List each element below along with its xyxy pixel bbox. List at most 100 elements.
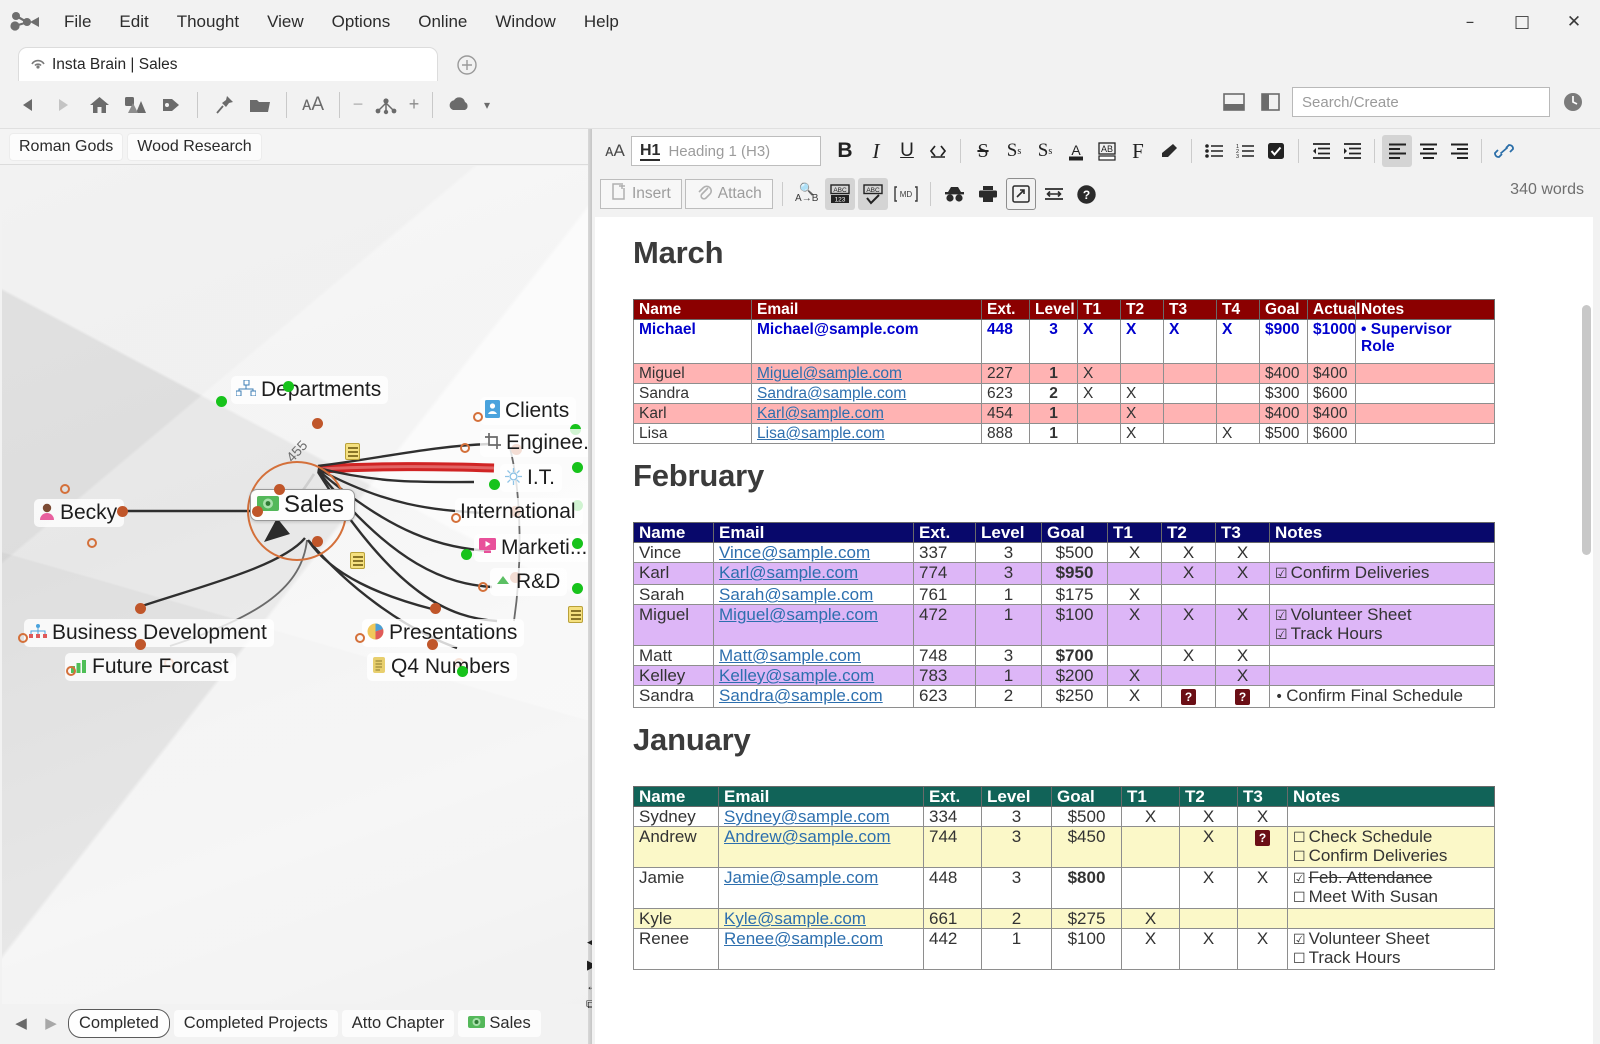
pin-icon[interactable] — [207, 87, 241, 123]
table-row[interactable]: Lisa Lisa@sample.com 888 1 X X $500 $600 — [634, 424, 1495, 444]
node-dot[interactable] — [135, 639, 146, 650]
font-size-icon[interactable]: ᴀA — [600, 135, 630, 167]
node-dot[interactable] — [18, 633, 28, 643]
cloud-caret-icon[interactable]: ▾ — [478, 87, 496, 123]
node-engineering[interactable]: Enginee... — [480, 429, 588, 457]
node-dot[interactable] — [572, 462, 583, 473]
note-item[interactable]: ☑Track Hours — [1275, 625, 1489, 644]
checkbox-list-button[interactable] — [1261, 135, 1291, 167]
brain-switch-icon[interactable] — [118, 87, 152, 123]
table-row[interactable]: Karl Karl@sample.com 454 1 X $400 $400 — [634, 404, 1495, 424]
link-button[interactable] — [1489, 135, 1519, 167]
minimize-button[interactable]: – — [1444, 0, 1496, 44]
node-dot[interactable] — [427, 639, 438, 650]
menu-help[interactable]: Help — [570, 6, 633, 38]
checkbox-checked-icon[interactable]: ☑ — [1275, 566, 1288, 582]
cell-email[interactable]: Michael@sample.com — [752, 320, 982, 364]
bottom-tab-completed[interactable]: Completed — [68, 1009, 170, 1038]
node-dot[interactable] — [87, 538, 97, 548]
node-dot[interactable] — [478, 582, 488, 592]
node-it[interactable]: I.T. — [500, 464, 562, 492]
note-badge-icon[interactable] — [350, 552, 365, 569]
cell-email[interactable]: Sydney@sample.com — [719, 807, 924, 827]
font-family-button[interactable]: F — [1123, 135, 1153, 167]
node-dot[interactable] — [489, 479, 500, 490]
menu-edit[interactable]: Edit — [105, 6, 162, 38]
strikethrough-button[interactable]: S — [968, 135, 998, 167]
highlight-button[interactable]: AB — [1092, 135, 1122, 167]
note-item[interactable]: ☑Confirm Deliveries — [1275, 564, 1489, 583]
table-row[interactable]: Sydney Sydney@sample.com 334 3 $500 X X … — [634, 807, 1495, 827]
node-departments[interactable]: Departments — [231, 376, 388, 404]
document-scrollbar[interactable] — [1580, 305, 1592, 1044]
tabs-next-button[interactable]: ▶ — [38, 1010, 64, 1036]
indent-button[interactable] — [1337, 135, 1367, 167]
close-button[interactable]: ✕ — [1548, 0, 1600, 44]
cell-email[interactable]: Sandra@sample.com — [714, 686, 914, 708]
cell-email[interactable]: Sandra@sample.com — [752, 384, 982, 404]
cell-email[interactable]: Miguel@sample.com — [752, 364, 982, 384]
node-rnd[interactable]: R&D — [490, 568, 567, 596]
cell-email[interactable]: Miguel@sample.com — [714, 605, 914, 646]
table-row[interactable]: Michael Michael@sample.com 448 3 X X X X… — [634, 320, 1495, 364]
cloud-icon[interactable] — [442, 87, 476, 123]
checkbox-checked-icon[interactable]: ☑ — [1293, 871, 1306, 888]
menu-online[interactable]: Online — [404, 6, 481, 38]
table-row[interactable]: Kelley Kelley@sample.com 783 1 $200 X X — [634, 666, 1495, 686]
spellcheck-numbers-icon[interactable]: ABC123 — [825, 178, 855, 210]
cell-email[interactable]: Matt@sample.com — [714, 646, 914, 666]
maximize-button[interactable]: □ — [1496, 0, 1548, 44]
note-item[interactable]: ☐Confirm Deliveries — [1293, 847, 1489, 866]
node-dot[interactable] — [312, 418, 323, 429]
node-dot[interactable] — [460, 443, 470, 453]
popout-icon[interactable] — [1006, 178, 1036, 210]
table-row[interactable]: Kyle Kyle@sample.com 661 2 $275 X — [634, 909, 1495, 929]
zoom-in-button[interactable]: + — [405, 87, 423, 123]
history-clock-icon[interactable] — [1558, 87, 1588, 117]
cell-email[interactable]: Jamie@sample.com — [719, 868, 924, 909]
search-input[interactable]: Search/Create — [1292, 87, 1550, 117]
table-row[interactable]: Sandra Sandra@sample.com 623 2 $250 X ? … — [634, 686, 1495, 708]
table-row[interactable]: Jamie Jamie@sample.com 448 3 $800 X X ☑F… — [634, 868, 1495, 909]
checkbox-unchecked-icon[interactable]: ☐ — [1293, 830, 1306, 846]
brain-tab-active[interactable]: Insta Brain | Sales — [18, 47, 438, 81]
node-marketing[interactable]: Marketi... — [474, 534, 588, 562]
node-dot[interactable] — [117, 506, 128, 517]
pinned-roman-gods[interactable]: Roman Gods — [10, 134, 122, 160]
new-tab-button[interactable] — [455, 53, 479, 77]
question-badge[interactable]: ? — [1235, 689, 1250, 705]
spellcheck-icon[interactable]: ABC — [858, 178, 888, 210]
superscript-button[interactable]: Ss — [999, 135, 1029, 167]
incognito-icon[interactable] — [940, 178, 970, 210]
cell-email[interactable]: Lisa@sample.com — [752, 424, 982, 444]
node-dot[interactable] — [135, 603, 146, 614]
collapse-icon[interactable] — [1039, 178, 1069, 210]
subscript-button[interactable]: Ss — [1030, 135, 1060, 167]
checkbox-unchecked-icon[interactable]: ☐ — [1293, 849, 1306, 865]
menu-view[interactable]: View — [253, 6, 318, 38]
bottom-tab-atto-chapter[interactable]: Atto Chapter — [342, 1010, 455, 1037]
table-row[interactable]: Sandra Sandra@sample.com 623 2 X X $300 … — [634, 384, 1495, 404]
note-badge-icon[interactable] — [568, 606, 583, 623]
table-row[interactable]: Sarah Sarah@sample.com 761 1 $175 X — [634, 585, 1495, 605]
italic-button[interactable]: I — [861, 135, 891, 167]
code-button[interactable] — [923, 135, 953, 167]
checkbox-unchecked-icon[interactable]: ☐ — [1293, 890, 1306, 906]
bottom-tab-sales[interactable]: Sales — [458, 1010, 540, 1037]
node-dot[interactable] — [66, 666, 76, 676]
node-dot[interactable] — [572, 538, 583, 549]
note-item[interactable]: •Confirm Final Schedule — [1275, 687, 1489, 706]
paragraph-style-select[interactable]: H1 Heading 1 (H3) — [631, 136, 821, 166]
clear-format-button[interactable] — [1154, 135, 1184, 167]
checkbox-checked-icon[interactable]: ☑ — [1275, 608, 1288, 624]
menu-file[interactable]: File — [50, 6, 105, 38]
cell-email[interactable]: Andrew@sample.com — [719, 827, 924, 868]
font-color-button[interactable]: A — [1061, 135, 1091, 167]
layout-side-icon[interactable] — [1256, 88, 1284, 116]
node-becky[interactable]: Becky — [34, 499, 124, 527]
node-international[interactable]: International — [455, 498, 583, 526]
node-dot[interactable] — [461, 549, 472, 560]
node-dot[interactable] — [355, 633, 365, 643]
bold-button[interactable]: B — [830, 135, 860, 167]
folder-icon[interactable] — [243, 87, 277, 123]
